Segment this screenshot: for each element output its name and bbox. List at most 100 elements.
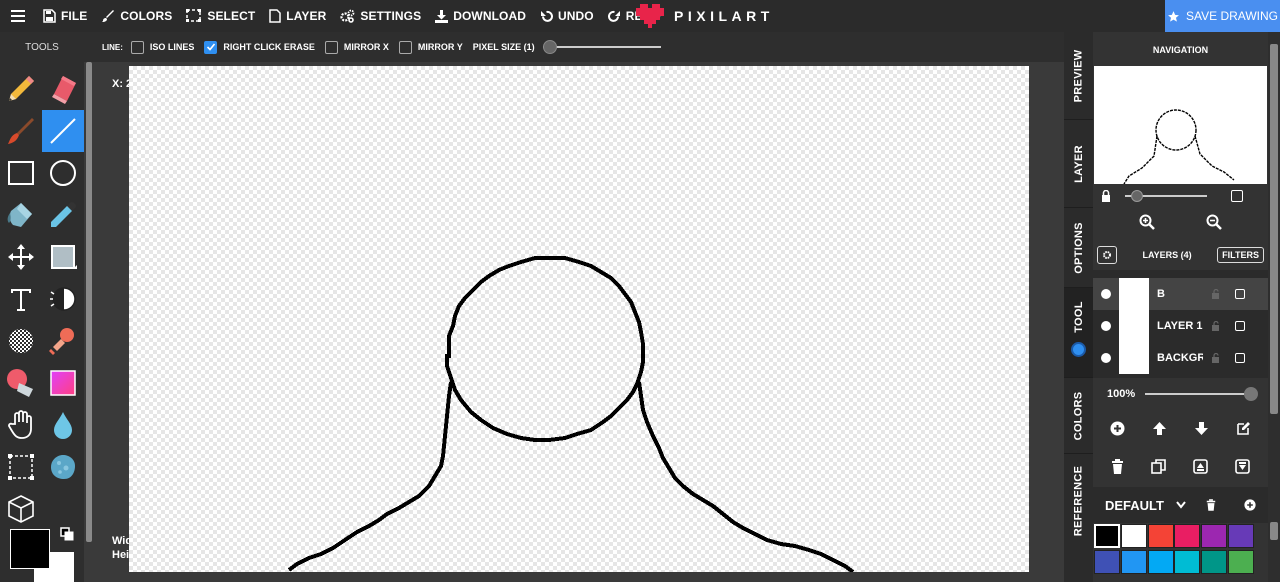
filters-button[interactable]: FILTERS — [1217, 247, 1264, 263]
magic-wand-tool[interactable] — [42, 446, 84, 488]
pattern-tool[interactable] — [0, 320, 42, 362]
merge-up-icon[interactable] — [1193, 458, 1208, 474]
tab-preview[interactable]: PREVIEW — [1064, 32, 1093, 120]
pencil-tool[interactable] — [0, 68, 42, 110]
palette-scroll-thumb[interactable] — [1270, 522, 1278, 540]
palette-swatch[interactable] — [1094, 550, 1120, 574]
pixel-size-slider[interactable] — [542, 40, 663, 54]
stamp-tool[interactable] — [42, 320, 84, 362]
palette-swatch[interactable] — [1228, 550, 1254, 574]
select-menu[interactable]: SELECT — [179, 0, 262, 32]
palette-swatch[interactable] — [1174, 550, 1201, 574]
palette-swatch[interactable] — [1120, 524, 1147, 548]
pixilart-logo[interactable]: PIXILART — [636, 0, 774, 32]
zoom-in-icon[interactable] — [1139, 214, 1155, 230]
palette-swatch[interactable] — [1201, 524, 1228, 548]
right-panel-scroll-thumb[interactable] — [1270, 44, 1278, 414]
palette-swatch[interactable] — [1120, 550, 1147, 574]
layer-visibility-toggle[interactable] — [1101, 289, 1111, 299]
tab-layer[interactable]: LAYER — [1064, 120, 1093, 208]
mirror-x-checkbox[interactable] — [324, 40, 338, 54]
tab-reference[interactable]: REFERENCE — [1064, 454, 1093, 548]
unlock-icon[interactable] — [1211, 289, 1221, 299]
add-layer-icon[interactable] — [1110, 421, 1125, 436]
duplicate-layer-icon[interactable] — [1151, 458, 1166, 474]
nav-fit-checkbox[interactable] — [1231, 190, 1243, 202]
3d-cube-tool[interactable] — [0, 488, 42, 530]
nav-zoom-slider[interactable] — [1125, 190, 1207, 202]
zoom-out-icon[interactable] — [1206, 214, 1223, 230]
blur-tool[interactable] — [42, 404, 84, 446]
mirror-y-checkbox[interactable] — [398, 40, 412, 54]
palette-swatch[interactable] — [1094, 524, 1120, 548]
bucket-tool[interactable] — [0, 194, 42, 236]
nav-zoom-knob[interactable] — [1131, 190, 1143, 202]
tab-colors[interactable]: COLORS — [1064, 378, 1093, 454]
pixel-size-knob[interactable] — [542, 40, 557, 54]
opacity-knob[interactable] — [1244, 387, 1258, 401]
download-menu[interactable]: DOWNLOAD — [428, 0, 533, 32]
merge-down-icon[interactable] — [1235, 458, 1251, 474]
tab-options[interactable]: OPTIONS — [1064, 208, 1093, 288]
file-menu[interactable]: FILE — [36, 0, 94, 32]
right-click-erase-option[interactable]: RIGHT CLICK ERASE — [204, 40, 315, 54]
mirror-y-option[interactable]: MIRROR Y — [398, 40, 463, 54]
eyedropper-tool[interactable] — [42, 194, 84, 236]
layer-menu[interactable]: LAYER — [262, 0, 333, 32]
unlock-icon[interactable] — [1211, 321, 1221, 331]
mirror-x-option[interactable]: MIRROR X — [324, 40, 389, 54]
layer-row-layer-1[interactable]: LAYER 1 — [1093, 310, 1268, 342]
unlock-icon[interactable] — [1211, 353, 1221, 363]
layer-visibility-toggle[interactable] — [1101, 321, 1111, 331]
right-panel-scrollbar[interactable] — [1268, 32, 1280, 582]
chevron-down-icon[interactable] — [1176, 501, 1186, 509]
layer-settings-button[interactable] — [1097, 246, 1117, 264]
circle-tool[interactable] — [42, 152, 84, 194]
rectangle-tool[interactable] — [0, 152, 42, 194]
line-tool[interactable] — [42, 110, 84, 152]
opacity-slider[interactable] — [1145, 387, 1258, 401]
hand-tool[interactable] — [0, 404, 42, 446]
layer-row-b[interactable]: B — [1093, 278, 1268, 310]
edit-layer-icon[interactable] — [1236, 421, 1251, 436]
save-drawing-button[interactable]: SAVE DRAWING — [1165, 0, 1280, 32]
palette-swatch[interactable] — [1228, 524, 1254, 548]
dither-tool[interactable] — [42, 278, 84, 320]
layer-select-checkbox[interactable] — [1235, 321, 1245, 331]
colors-menu[interactable]: COLORS — [94, 0, 179, 32]
text-tool[interactable] — [0, 278, 42, 320]
primary-color-swatch[interactable] — [10, 529, 50, 569]
settings-menu[interactable]: SETTINGS — [333, 0, 428, 32]
gradient-tool[interactable] — [42, 362, 84, 404]
palette-swatch[interactable] — [1147, 524, 1174, 548]
swap-colors-icon[interactable] — [60, 527, 74, 546]
fill-rectangle-tool[interactable] — [42, 236, 84, 278]
brush-tool[interactable] — [0, 110, 42, 152]
layer-select-checkbox[interactable] — [1235, 353, 1245, 363]
iso-lines-option[interactable]: ISO LINES — [130, 40, 194, 54]
layer-row-background[interactable]: BACKGROUND — [1093, 342, 1268, 374]
palette-name[interactable]: DEFAULT — [1105, 498, 1164, 513]
move-tool[interactable] — [0, 236, 42, 278]
undo-button[interactable]: UNDO — [533, 0, 601, 32]
right-click-erase-checkbox[interactable] — [204, 40, 218, 54]
move-layer-down-icon[interactable] — [1194, 421, 1209, 436]
navigation-preview[interactable] — [1094, 66, 1267, 185]
color-replace-tool[interactable] — [0, 362, 42, 404]
tools-scrollbar[interactable] — [84, 62, 94, 582]
move-layer-up-icon[interactable] — [1152, 421, 1167, 436]
iso-lines-checkbox[interactable] — [130, 40, 144, 54]
delete-palette-icon[interactable] — [1206, 499, 1216, 511]
layer-select-checkbox[interactable] — [1235, 289, 1245, 299]
tools-scroll-thumb[interactable] — [86, 62, 92, 542]
lock-icon[interactable] — [1101, 190, 1111, 202]
hamburger-menu-icon[interactable] — [0, 0, 36, 32]
eraser-tool[interactable] — [42, 68, 84, 110]
add-palette-icon[interactable] — [1244, 499, 1256, 511]
drawing-canvas[interactable] — [129, 66, 1029, 572]
selection-tool[interactable] — [0, 446, 42, 488]
palette-swatch[interactable] — [1174, 524, 1201, 548]
palette-swatch[interactable] — [1201, 550, 1228, 574]
layer-visibility-toggle[interactable] — [1101, 353, 1111, 363]
palette-swatch[interactable] — [1147, 550, 1174, 574]
